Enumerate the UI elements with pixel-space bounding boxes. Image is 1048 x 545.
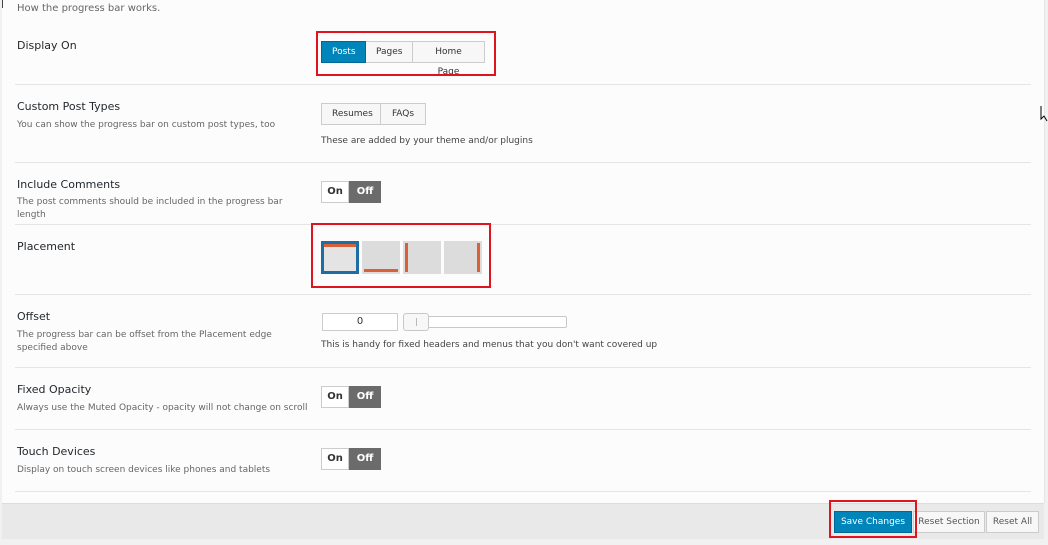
offset-input[interactable]: 0 (322, 313, 398, 331)
custom-post-types-description: You can show the progress bar on custom … (17, 120, 276, 130)
include-comments-description: The post comments should be included in … (17, 197, 283, 220)
section-intro: How the progress bar works. (17, 3, 161, 14)
custom-post-types-label: Custom Post Types (17, 100, 121, 113)
include-comments-on-option[interactable]: On (321, 181, 349, 203)
row-divider (15, 367, 1031, 368)
offset-slider-handle[interactable] (403, 313, 429, 331)
custom-post-types-hint: These are added by your theme and/or plu… (321, 136, 533, 146)
offset-description: The progress bar can be offset from the … (17, 330, 272, 353)
row-divider (15, 294, 1031, 295)
fixed-opacity-description: Always use the Muted Opacity - opacity w… (17, 403, 308, 413)
include-comments-off-option[interactable]: Off (349, 181, 381, 203)
fixed-opacity-on-option[interactable]: On (321, 386, 349, 408)
settings-panel: How the progress bar works. Display On P… (2, 0, 1045, 503)
placement-label: Placement (17, 240, 76, 253)
highlight-box-placement (311, 223, 491, 288)
panel-left-edge (2, 0, 3, 8)
touch-devices-label: Touch Devices (17, 445, 96, 458)
post-type-resumes-button[interactable]: Resumes (321, 103, 381, 125)
touch-devices-off-option[interactable]: Off (349, 448, 381, 470)
highlight-box-save (829, 500, 917, 538)
offset-slider-track[interactable] (405, 316, 567, 328)
reset-all-button[interactable]: Reset All (986, 511, 1039, 533)
fixed-opacity-toggle[interactable]: On Off (321, 386, 381, 408)
touch-devices-on-option[interactable]: On (321, 448, 349, 470)
touch-devices-description: Display on touch screen devices like pho… (17, 465, 271, 475)
display-on-label: Display On (17, 39, 77, 52)
row-divider (15, 84, 1031, 85)
offset-hint: This is handy for fixed headers and menu… (321, 340, 658, 350)
row-divider (15, 162, 1031, 163)
row-divider (15, 491, 1031, 492)
post-type-faqs-button[interactable]: FAQs (381, 103, 426, 125)
custom-post-types-button-group: Resumes FAQs (321, 103, 426, 125)
highlight-box-display-on (316, 31, 496, 76)
mouse-cursor-icon (1040, 106, 1048, 122)
offset-label: Offset (17, 310, 51, 323)
reset-section-button[interactable]: Reset Section (913, 511, 985, 533)
touch-devices-toggle[interactable]: On Off (321, 448, 381, 470)
include-comments-toggle[interactable]: On Off (321, 181, 381, 203)
row-divider (15, 224, 1031, 225)
fixed-opacity-label: Fixed Opacity (17, 383, 92, 396)
fixed-opacity-off-option[interactable]: Off (349, 386, 381, 408)
row-divider (15, 429, 1031, 430)
include-comments-label: Include Comments (17, 178, 121, 191)
